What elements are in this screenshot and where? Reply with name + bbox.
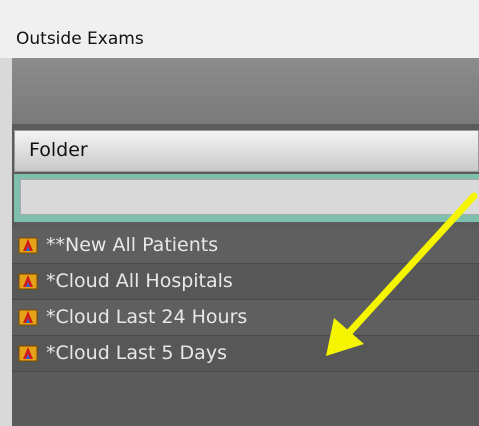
- filter-row: [14, 174, 479, 222]
- folder-column-label: Folder: [29, 139, 88, 161]
- folder-item-label: *Cloud Last 24 Hours: [46, 306, 248, 328]
- folder-column-header[interactable]: Folder: [14, 130, 479, 172]
- folder-panel: Folder **New All Patients *Cloud All Hos…: [12, 58, 479, 426]
- folder-filter-input[interactable]: [20, 179, 479, 215]
- folder-item-label: **New All Patients: [46, 234, 219, 256]
- folder-item[interactable]: *Cloud Last 5 Days: [12, 336, 479, 372]
- folder-item[interactable]: *Cloud Last 24 Hours: [12, 300, 479, 336]
- folder-item[interactable]: *Cloud All Hospitals: [12, 264, 479, 300]
- folder-icon: [18, 237, 38, 254]
- toolbar: [12, 58, 479, 124]
- outside-exams-window: Outside Exams Folder **New All Patients: [0, 0, 479, 426]
- window-title: Outside Exams: [16, 29, 144, 49]
- folder-icon: [18, 273, 38, 290]
- folder-item-label: *Cloud Last 5 Days: [46, 342, 227, 364]
- folder-icon: [18, 309, 38, 326]
- folder-item[interactable]: **New All Patients: [12, 228, 479, 264]
- title-bar: Outside Exams: [0, 0, 479, 59]
- folder-list: **New All Patients *Cloud All Hospitals …: [12, 228, 479, 372]
- folder-icon: [18, 345, 38, 362]
- left-edge: [0, 58, 12, 426]
- folder-item-label: *Cloud All Hospitals: [46, 270, 233, 292]
